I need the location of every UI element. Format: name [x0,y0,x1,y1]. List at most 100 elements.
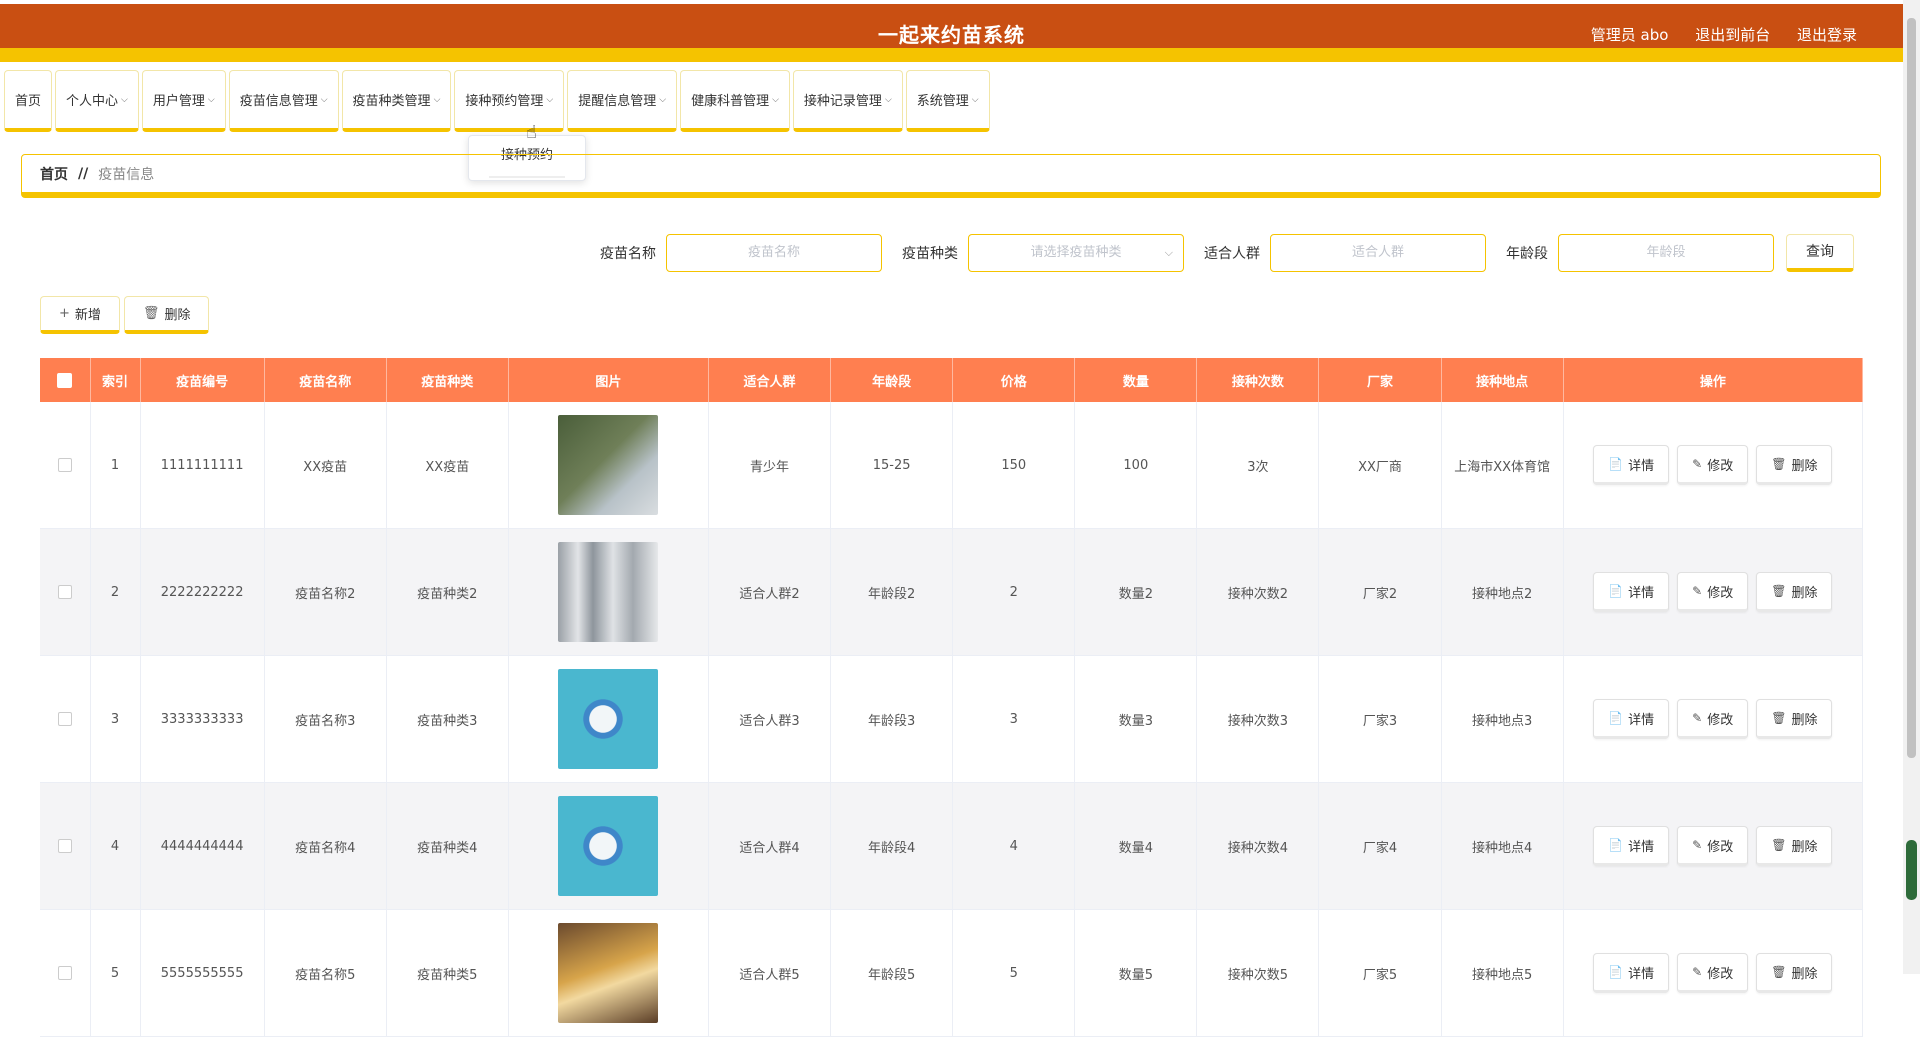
cell-qty: 数量3 [1074,655,1198,783]
cell-maker: 厂家5 [1318,909,1442,1037]
cell-index: 5 [90,909,141,1037]
delete-button[interactable]: 🗑 删除 [1756,826,1833,866]
delete-button[interactable]: 🗑 删除 [1756,953,1833,993]
add-button[interactable]: + 新增 [40,296,120,334]
vaccine-table: 索引 疫苗编号 疫苗名称 疫苗种类 图片 适合人群 年龄段 价格 数量 接种次数 厂家 接种地点 操作 … [40,358,1864,1037]
chevron-down-icon: ⌵ [546,94,554,105]
nav-item-6[interactable]: 提醒信息管理 ⌵ [567,70,678,132]
nav-item-0[interactable]: 首页 [4,70,53,132]
edit-button[interactable]: ✎ 修改 [1677,572,1749,612]
column-header: 接种次数 [1196,358,1320,402]
chevron-down-icon: ⌵ [121,94,128,105]
nav-item-5[interactable]: 接种预约管理 ⌵ [454,70,565,132]
delete-button[interactable]: 🗑 删除 [1756,699,1833,739]
cell-times: 接种次数3 [1196,655,1320,783]
row-checkbox[interactable] [57,458,72,472]
breadcrumb: 首页 // 疫苗信息 [21,154,1881,198]
cell-price: 2 [952,528,1076,656]
detail-button-label: 详情 [1628,712,1655,728]
cell-index: 2 [90,528,141,656]
nav-item-2[interactable]: 用户管理 ⌵ [141,70,226,132]
edit-button[interactable]: ✎ 修改 [1677,445,1749,485]
breadcrumb-separator: // [78,165,89,182]
cell-place: 接种地点4 [1441,782,1564,910]
floating-widget-icon[interactable] [1906,840,1917,900]
detail-button[interactable]: 📄 详情 [1593,445,1670,485]
search-bar: 疫苗名称 疫苗名称 疫苗种类 请选择疫苗种类 ⌵ 适合人群 适合人群 年龄段 年… [580,234,1854,272]
edit-button[interactable]: ✎ 修改 [1677,953,1749,993]
table-body: 1 1111111111 XX疫苗 XX疫苗 青少年 15-25 150 100 3次 XX厂商上… [40,402,1864,1037]
row-checkbox[interactable] [57,839,72,853]
edit-button[interactable]: ✎ 修改 [1677,699,1749,739]
plus-icon: + [59,306,70,321]
breadcrumb-home[interactable]: 首页 [40,164,68,184]
nav-item-9[interactable]: 系统管理 ⌵ [905,70,990,132]
cell-code: 1111111111 [140,402,265,529]
scrollbar[interactable] [1903,0,1920,974]
age-input[interactable]: 年龄段 [1558,234,1774,272]
vaccine-image [558,415,659,515]
column-header: 疫苗名称 [264,358,387,402]
row-actions-cell: 📄 详情 ✎ 修改 🗑 删除 [1563,528,1864,656]
admin-name: 管理员 abo [1590,26,1669,44]
vaccine-name-input[interactable]: 疫苗名称 [666,234,882,272]
nav-item-3[interactable]: 疫苗信息管理 ⌵ [228,70,339,132]
vaccine-type-placeholder: 请选择疫苗种类 [1030,245,1122,260]
trash-icon: 🗑 [142,306,160,321]
table-row[interactable]: 2 2222222222 疫苗名称2 疫苗种类2 适合人群2 年龄段2 2 数量2 接种次数2 厂… [40,528,1864,656]
table-row[interactable]: 4 4444444444 疫苗名称4 疫苗种类4 适合人群4 年龄段4 4 数量4 接种次数4 厂… [40,782,1864,910]
nav-item-8[interactable]: 接种记录管理 ⌵ [792,70,903,132]
batch-delete-button[interactable]: 🗑 删除 [123,296,210,334]
row-checkbox[interactable] [57,585,72,599]
vaccine-type-select[interactable]: 请选择疫苗种类 ⌵ [968,234,1184,272]
column-header: 疫苗编号 [140,358,265,402]
column-header: 索引 [90,358,141,402]
cell-maker: XX厂商 [1318,402,1442,529]
delete-button-label: 删除 [1791,839,1818,855]
vaccine-type-label: 疫苗种类 [902,246,958,262]
nav-item-4[interactable]: 疫苗种类管理 ⌵ [341,70,452,132]
detail-button[interactable]: 📄 详情 [1593,826,1670,866]
action-bar: + 新增 🗑 删除 [40,296,213,334]
vaccine-image-cell [508,909,710,1037]
delete-button-label: 删除 [1791,966,1818,982]
select-all-cell [40,358,91,402]
nav-item-7[interactable]: 健康科普管理 ⌵ [680,70,790,132]
cell-name: 疫苗名称3 [264,655,387,783]
row-checkbox[interactable] [57,712,72,726]
delete-button[interactable]: 🗑 删除 [1756,572,1833,612]
cell-price: 4 [952,782,1076,910]
vaccine-name-label: 疫苗名称 [600,246,656,262]
detail-button[interactable]: 📄 详情 [1593,699,1670,739]
crowd-input[interactable]: 适合人群 [1270,234,1486,272]
detail-button[interactable]: 📄 详情 [1593,953,1670,993]
pencil-icon: ✎ [1692,457,1703,471]
column-header: 操作 [1563,358,1864,402]
exit-to-front-link[interactable]: 退出到前台 [1695,26,1770,44]
table-row[interactable]: 5 5555555555 疫苗名称5 疫苗种类5 适合人群5 年龄段5 5 数量5 接种次数5 厂… [40,909,1864,1037]
table-row[interactable]: 1 1111111111 XX疫苗 XX疫苗 青少年 15-25 150 100 3次 XX厂商上… [40,402,1864,529]
cell-crowd: 适合人群4 [708,782,832,910]
cell-name: 疫苗名称2 [264,528,387,656]
row-checkbox[interactable] [57,966,72,980]
main-nav: 首页 个人中心 ⌵ 用户管理 ⌵ 疫苗信息管理 ⌵ 疫苗种类管理 ⌵ 接种预约管理 ⌵ 提醒信息管理 ⌵… [4,70,993,134]
table-row[interactable]: 3 3333333333 疫苗名称3 疫苗种类3 适合人群3 年龄段3 3 数量3 接种次数3 厂… [40,655,1864,783]
cell-place: 接种地点2 [1441,528,1564,656]
cell-times: 接种次数2 [1196,528,1320,656]
scrollbar-thumb[interactable] [1907,18,1916,758]
breadcrumb-current: 疫苗信息 [98,166,155,183]
chevron-down-icon: ⌵ [884,94,892,105]
column-header: 数量 [1074,358,1198,402]
nav-item-label: 个人中心 [66,94,119,109]
nav-item-1[interactable]: 个人中心 ⌵ [55,70,139,132]
detail-button[interactable]: 📄 详情 [1593,572,1670,612]
edit-button[interactable]: ✎ 修改 [1677,826,1749,866]
cell-times: 接种次数5 [1196,909,1320,1037]
logout-link[interactable]: 退出登录 [1797,26,1857,44]
file-icon: 📄 [1608,457,1624,471]
query-button[interactable]: 查询 [1786,234,1854,272]
vaccine-image [558,796,659,896]
delete-button-label: 删除 [1791,458,1818,474]
select-all-checkbox[interactable] [57,372,73,388]
delete-button[interactable]: 🗑 删除 [1756,445,1833,485]
